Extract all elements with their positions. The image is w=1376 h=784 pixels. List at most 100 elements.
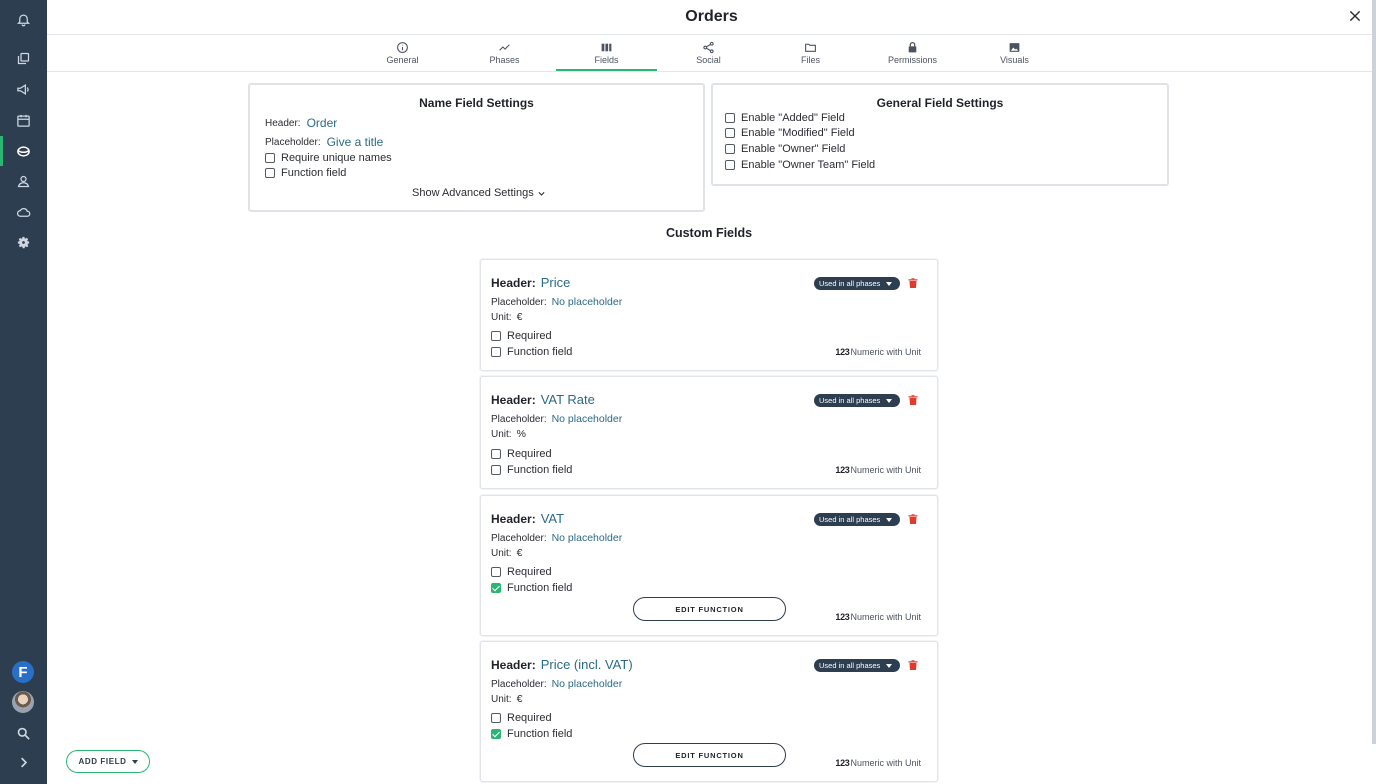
function-option[interactable]: Function field [491, 464, 572, 476]
trash-icon[interactable] [907, 277, 919, 290]
function-checkbox[interactable] [491, 347, 501, 357]
search-icon[interactable] [0, 718, 47, 748]
tab-label: Permissions [887, 55, 937, 65]
general-field-settings-panel: General Field Settings Enable "Added" Fi… [711, 83, 1169, 186]
trash-icon[interactable] [907, 659, 919, 672]
unit-label: Unit: [491, 428, 512, 440]
placeholder-value[interactable]: No placeholder [552, 532, 623, 544]
required-option[interactable]: Required [491, 330, 552, 342]
scrollbar[interactable] [1372, 0, 1376, 744]
trash-icon[interactable] [907, 394, 919, 407]
field-unit-row: Unit: € [491, 693, 522, 705]
function-option[interactable]: Function field [491, 728, 572, 740]
phases-badge-label: Used in all phases [819, 661, 881, 670]
user-avatar[interactable] [12, 691, 34, 713]
required-label: Required [507, 330, 552, 342]
tab-social[interactable]: Social [658, 38, 759, 71]
checkbox[interactable] [725, 113, 735, 123]
field-unit-row: Unit: % [491, 428, 526, 440]
enable-added-option[interactable]: Enable "Added" Field [725, 112, 845, 124]
enable-modified-option[interactable]: Enable "Modified" Field [725, 127, 855, 139]
function-label: Function field [507, 582, 573, 594]
enable-owner-option[interactable]: Enable "Owner" Field [725, 143, 845, 155]
calendar-icon[interactable] [0, 105, 47, 135]
phases-badge-label: Used in all phases [819, 515, 881, 524]
unit-label: Unit: [491, 693, 512, 705]
require-unique-checkbox[interactable] [265, 153, 275, 163]
bell-icon[interactable] [0, 4, 47, 34]
function-checkbox[interactable] [491, 583, 501, 593]
function-option[interactable]: Function field [491, 346, 572, 358]
phases-dropdown[interactable]: Used in all phases [814, 394, 900, 407]
caret-down-icon [886, 663, 893, 668]
chevron-right-icon[interactable] [0, 747, 47, 777]
numeric-icon: 123 [835, 758, 850, 768]
cloud-icon[interactable] [0, 197, 47, 227]
field-unit-row: Unit: € [491, 547, 522, 559]
edit-function-button[interactable]: EDIT FUNCTION [633, 743, 786, 767]
add-field-button[interactable]: ADD FIELD [66, 750, 150, 773]
unit-value[interactable]: % [517, 428, 526, 440]
required-checkbox[interactable] [491, 331, 501, 341]
header-value[interactable]: VAT Rate [541, 392, 595, 407]
show-advanced-settings-link[interactable]: Show Advanced Settings [412, 187, 546, 199]
trash-icon[interactable] [907, 513, 919, 526]
field-header-row: Header: Price [491, 275, 570, 290]
tab-label: Phases [489, 55, 520, 65]
workspace-icon[interactable] [0, 136, 47, 166]
phases-dropdown[interactable]: Used in all phases [814, 659, 900, 672]
required-option[interactable]: Required [491, 448, 552, 460]
users-icon[interactable] [0, 166, 47, 196]
megaphone-icon[interactable] [0, 74, 47, 104]
placeholder-label: Placeholder: [491, 413, 547, 425]
unit-value[interactable]: € [517, 547, 523, 559]
edit-function-button[interactable]: EDIT FUNCTION [633, 597, 786, 621]
unit-value[interactable]: € [517, 311, 523, 323]
header-value[interactable]: VAT [541, 511, 564, 526]
function-label: Function field [507, 728, 573, 740]
name-function-checkbox[interactable] [265, 168, 275, 178]
tab-label: General [386, 55, 419, 65]
tab-visuals[interactable]: Visuals [964, 38, 1065, 71]
required-option[interactable]: Required [491, 566, 552, 578]
header-value[interactable]: Order [307, 116, 338, 130]
function-checkbox[interactable] [491, 729, 501, 739]
phases-dropdown[interactable]: Used in all phases [814, 277, 900, 290]
tab-phases[interactable]: Phases [454, 38, 555, 71]
required-checkbox[interactable] [491, 449, 501, 459]
require-unique-option[interactable]: Require unique names [265, 152, 392, 164]
placeholder-value[interactable]: No placeholder [552, 678, 623, 690]
unit-value[interactable]: € [517, 693, 523, 705]
tab-general[interactable]: General [352, 38, 453, 71]
checkbox[interactable] [725, 128, 735, 138]
required-option[interactable]: Required [491, 712, 552, 724]
option-label: Enable "Modified" Field [741, 127, 855, 139]
placeholder-value[interactable]: No placeholder [552, 296, 623, 308]
workspace-avatar[interactable]: F [12, 661, 34, 683]
checkbox[interactable] [725, 160, 735, 170]
close-icon[interactable] [1348, 9, 1362, 23]
required-checkbox[interactable] [491, 567, 501, 577]
function-option[interactable]: Function field [491, 582, 572, 594]
phases-dropdown[interactable]: Used in all phases [814, 513, 900, 526]
gear-icon[interactable] [0, 227, 47, 257]
name-function-option[interactable]: Function field [265, 167, 346, 179]
tab-fields[interactable]: Fields [556, 38, 657, 71]
tab-permissions[interactable]: Permissions [862, 38, 963, 71]
tab-files[interactable]: Files [760, 38, 861, 71]
field-type: 123 Numeric with Unit [835, 347, 921, 357]
copy-icon[interactable] [0, 43, 47, 73]
placeholder-label: Placeholder: [491, 296, 547, 308]
placeholder-value[interactable]: No placeholder [552, 413, 623, 425]
required-checkbox[interactable] [491, 713, 501, 723]
header-label: Header: [491, 657, 536, 672]
field-placeholder-row: Placeholder: No placeholder [491, 413, 622, 425]
header-value[interactable]: Price (incl. VAT) [541, 657, 633, 672]
placeholder-value[interactable]: Give a title [327, 135, 384, 149]
header-value[interactable]: Price [541, 275, 571, 290]
function-checkbox[interactable] [491, 465, 501, 475]
required-label: Required [507, 566, 552, 578]
unit-label: Unit: [491, 547, 512, 559]
enable-owner-team-option[interactable]: Enable "Owner Team" Field [725, 159, 875, 171]
checkbox[interactable] [725, 144, 735, 154]
